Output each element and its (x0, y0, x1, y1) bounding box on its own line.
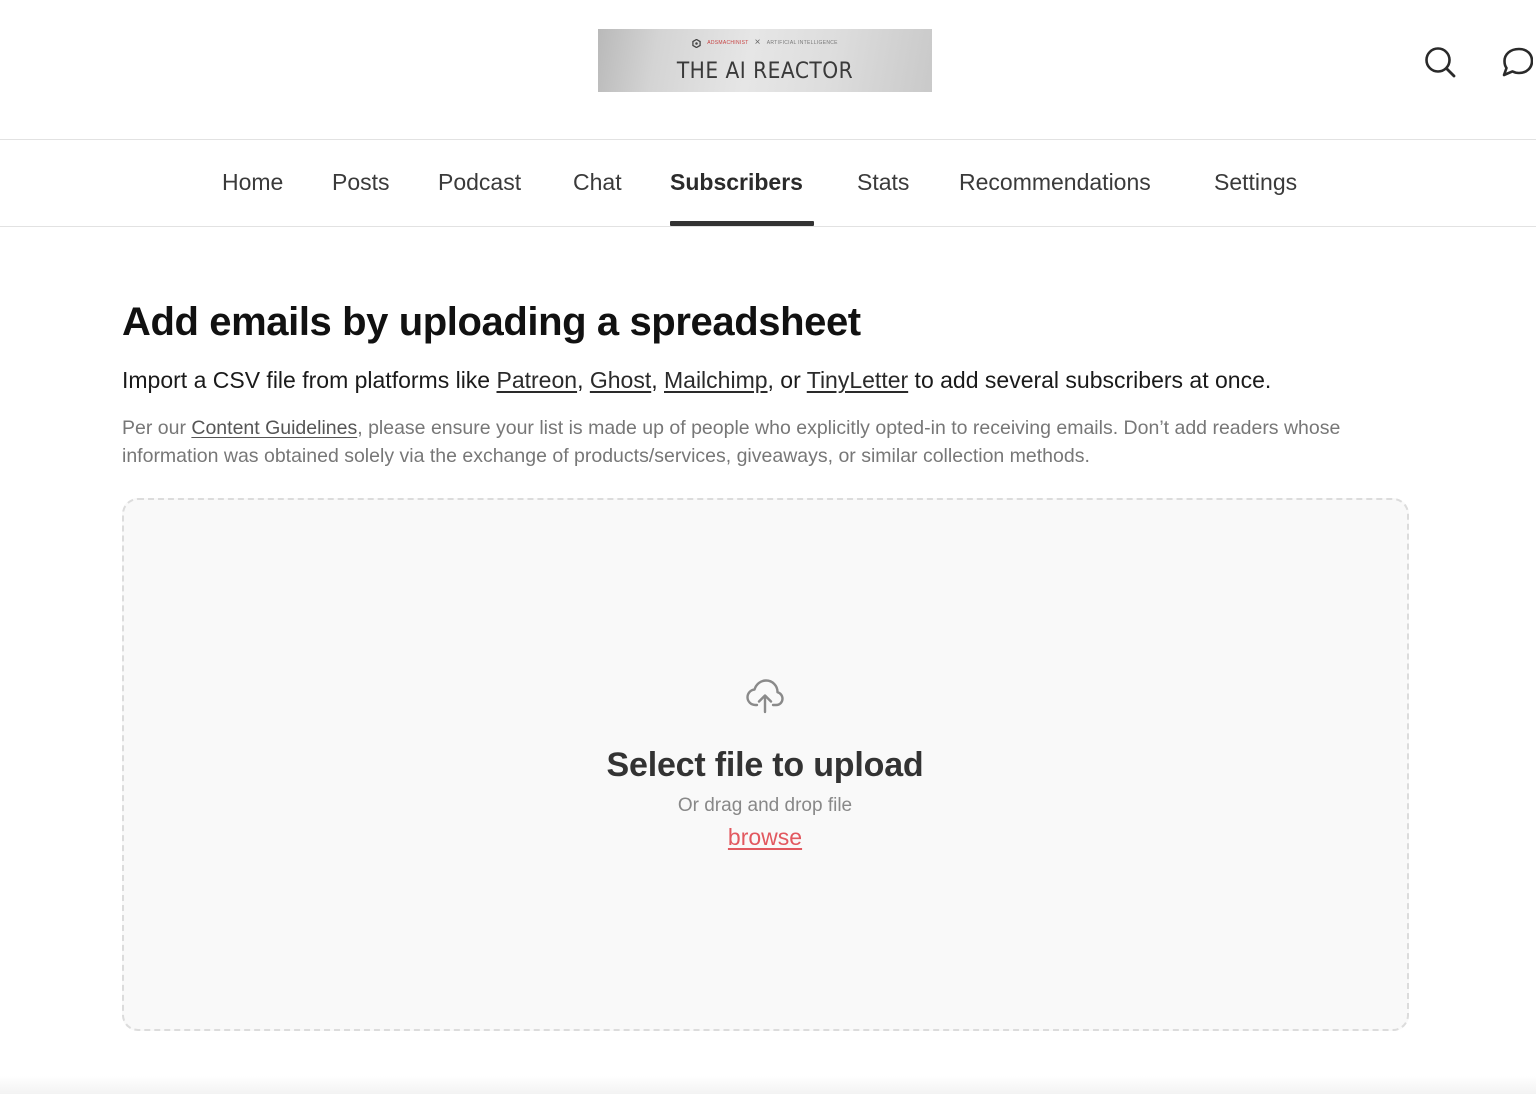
active-tab-indicator (670, 221, 814, 226)
tab-settings[interactable]: Settings (1214, 169, 1297, 196)
top-header: ADSMACHINIST × ARTIFICIAL INTELLIGENCE T… (0, 0, 1536, 140)
tab-stats[interactable]: Stats (857, 169, 909, 196)
logo-mark-icon (692, 38, 701, 48)
content-guidelines-notice: Per our Content Guidelines, please ensur… (122, 414, 1422, 470)
content-guidelines-link[interactable]: Content Guidelines (191, 417, 357, 439)
tab-posts[interactable]: Posts (332, 169, 390, 196)
logo-brand-left: ADSMACHINIST (707, 40, 749, 46)
tab-podcast[interactable]: Podcast (438, 169, 521, 196)
mailchimp-link[interactable]: Mailchimp (664, 367, 768, 393)
logo-title: THE AI REACTOR (676, 59, 854, 84)
dashboard-nav: Home Posts Podcast Chat Subscribers Stat… (0, 141, 1536, 227)
browse-container: browse (0, 824, 1530, 851)
patreon-link[interactable]: Patreon (497, 367, 578, 393)
import-description: Import a CSV file from platforms like Pa… (122, 367, 1271, 394)
cloud-upload-icon (746, 679, 784, 714)
page-title: Add emails by uploading a spreadsheet (122, 300, 861, 344)
page-bottom-edge (0, 1076, 1536, 1094)
tinyletter-link[interactable]: TinyLetter (807, 367, 908, 393)
intro-suffix: to add several subscribers at once. (908, 367, 1272, 393)
tab-chat[interactable]: Chat (573, 169, 622, 196)
tab-recommendations[interactable]: Recommendations (959, 169, 1151, 196)
intro-separator: , or (767, 367, 807, 393)
ghost-link[interactable]: Ghost (590, 367, 651, 393)
intro-prefix: Import a CSV file from platforms like (122, 367, 497, 393)
upload-title: Select file to upload (606, 746, 924, 784)
guidelines-prefix: Per our (122, 417, 192, 439)
publication-logo[interactable]: ADSMACHINIST × ARTIFICIAL INTELLIGENCE T… (598, 29, 932, 92)
tab-subscribers[interactable]: Subscribers (670, 169, 803, 196)
upload-subtitle: Or drag and drop file (677, 795, 853, 816)
intro-separator: , (651, 367, 664, 393)
chat-button[interactable] (1497, 43, 1535, 81)
browse-link[interactable]: browse (728, 824, 802, 850)
intro-separator: , (577, 367, 590, 393)
tab-home[interactable]: Home (222, 169, 283, 196)
logo-brand-right: ARTIFICIAL INTELLIGENCE (766, 40, 838, 46)
chat-bubble-icon (1502, 47, 1533, 77)
logo-separator: × (754, 37, 761, 48)
logo-brand-line: ADSMACHINIST × ARTIFICIAL INTELLIGENCE (598, 38, 932, 48)
search-icon (1425, 47, 1456, 78)
search-button[interactable] (1421, 43, 1459, 81)
